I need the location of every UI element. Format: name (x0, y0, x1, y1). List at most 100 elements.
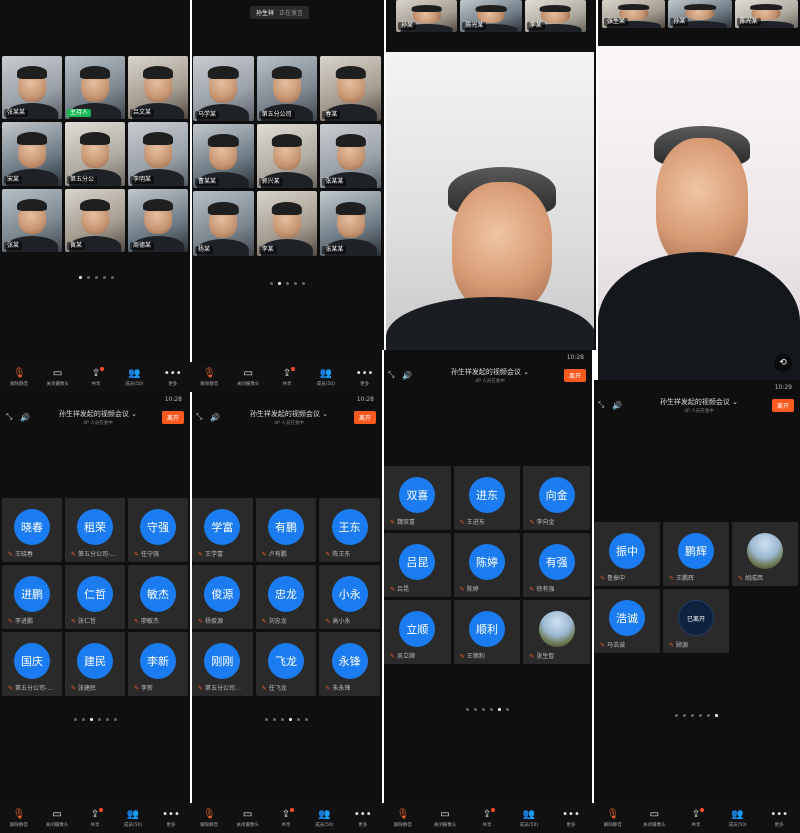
participant-avatar-tile[interactable]: 俊源杨俊源 (192, 565, 253, 629)
participant-avatar-tile[interactable]: 进东王进东 (453, 466, 521, 530)
members-button[interactable]: 👥 成员(50) (307, 809, 341, 828)
participant-video-tile[interactable]: 孙某 (396, 0, 458, 32)
leave-button[interactable]: 离开 (771, 398, 794, 412)
page-indicator[interactable] (0, 276, 192, 279)
share-button[interactable]: ⇪ 共享 (270, 366, 304, 387)
page-indicator[interactable] (190, 282, 384, 285)
participant-video-tile[interactable]: 主持人 (65, 56, 125, 120)
more-button[interactable]: ••• 更多 (154, 809, 188, 828)
participant-video-tile[interactable]: 马学某 (193, 56, 254, 121)
collapse-icon[interactable]: ⤡ (6, 412, 20, 422)
participant-avatar-tile[interactable]: 振中鲁振中 (594, 522, 660, 586)
page-indicator[interactable] (0, 718, 190, 721)
participant-avatar-tile[interactable]: 陈婷陈婷 (453, 533, 521, 597)
page-indicator[interactable] (190, 718, 382, 721)
speaker-icon[interactable]: 🔊 (20, 413, 34, 422)
meeting-title-block[interactable]: 孙生祥发起的视频会议 ⌄ 4P 人员在会中 (416, 367, 564, 384)
camera-button[interactable]: ▭ 关闭摄像头 (231, 809, 265, 828)
meeting-title-block[interactable]: 孙生祥发起的视频会议 ⌄ 4P 人员在会中 (34, 409, 162, 426)
collapse-icon[interactable]: ⤡ (196, 412, 210, 422)
more-button[interactable]: ••• 更多 (156, 368, 190, 387)
camera-button[interactable]: ▭ 关闭摄像头 (40, 809, 74, 828)
participant-avatar-tile[interactable]: 刚刚第五分公司… (192, 632, 253, 696)
participant-video-tile[interactable]: 第五分公 (65, 122, 125, 186)
members-button[interactable]: 👥 成员(50) (117, 368, 151, 387)
speaker-icon[interactable]: 🔊 (402, 371, 416, 380)
meeting-title-block[interactable]: 孙生祥发起的视频会议 ⌄ 4P 人员在会中 (626, 397, 772, 414)
leave-button[interactable]: 离开 (353, 410, 376, 424)
participant-video-tile[interactable]: 张生某 (602, 0, 666, 28)
meeting-title-block[interactable]: 孙生祥发起的视频会议 ⌄ 4P 人员在会中 (224, 409, 354, 426)
participant-video-tile[interactable]: 黄某 (65, 188, 125, 252)
participant-avatar-tile[interactable]: 有强徐有强 (523, 533, 590, 597)
mic-off-button[interactable]: 🎙 解除静音 (192, 809, 226, 828)
participant-video-tile[interactable]: 周德某 (128, 188, 188, 252)
mic-off-button[interactable]: 🎙 解除静音 (596, 809, 630, 828)
participant-video-tile[interactable]: 郭兴某 (256, 123, 318, 189)
page-indicator[interactable] (592, 714, 800, 717)
camera-button[interactable]: ▭ 关闭摄像头 (428, 809, 462, 828)
participant-avatar-tile[interactable]: 有鹏卢有鹏 (255, 498, 317, 562)
participant-avatar-tile[interactable]: 王东陈王东 (319, 498, 380, 562)
members-button[interactable]: 👥 成员(50) (116, 809, 150, 828)
speaker-icon[interactable]: 🔊 (210, 413, 224, 422)
more-button[interactable]: ••• 更多 (554, 809, 588, 828)
mic-off-button[interactable]: 🎙 解除静音 (192, 368, 226, 387)
participant-avatar-tile[interactable]: 鹏辉王鹏辉 (663, 522, 729, 586)
collapse-icon[interactable]: ⤡ (388, 370, 402, 380)
participant-avatar-tile[interactable]: 守强任守强 (128, 498, 188, 562)
participant-video-tile[interactable]: 孙某 (668, 0, 732, 28)
participant-video-tile[interactable]: 陈光某 (460, 0, 522, 32)
more-button[interactable]: ••• 更多 (762, 809, 796, 828)
participant-video-tile[interactable]: 李某 (524, 0, 586, 32)
participant-video-tile[interactable]: 张某 (2, 188, 62, 252)
share-button[interactable]: ⇪ 共享 (78, 807, 112, 828)
participant-video-tile[interactable]: 曹某某 (193, 123, 254, 189)
participant-avatar-tile[interactable]: 顺利王顺利 (453, 600, 521, 664)
participant-video-tile[interactable]: 春某 (320, 56, 381, 121)
participant-video-tile[interactable]: 宋某 (2, 122, 62, 186)
participant-avatar-tile[interactable]: 向金李向金 (523, 466, 590, 530)
participant-avatar-tile[interactable]: 小永高小永 (319, 565, 380, 629)
participant-video-tile[interactable]: 张某某 (2, 56, 62, 120)
speaker-icon[interactable]: 🔊 (612, 401, 626, 410)
participant-avatar-tile[interactable]: 李新李新 (128, 632, 188, 696)
participant-avatar-tile[interactable]: 张生智 (523, 600, 590, 664)
leave-button[interactable]: 离开 (161, 410, 184, 424)
mic-off-button[interactable]: 🎙 解除静音 (386, 809, 420, 828)
mic-off-button[interactable]: 🎙 解除静音 (2, 368, 36, 387)
leave-button[interactable]: 离开 (563, 368, 586, 382)
participant-video-tile[interactable]: 张某某 (320, 123, 381, 189)
members-button[interactable]: 👥 成员(50) (309, 368, 343, 387)
share-button[interactable]: ⇪ 共享 (79, 366, 113, 387)
more-button[interactable]: ••• 更多 (346, 809, 380, 828)
participant-avatar-tile[interactable]: 永锋朱永锋 (319, 632, 380, 696)
share-button[interactable]: ⇪ 共享 (470, 807, 504, 828)
share-button[interactable]: ⇪ 共享 (269, 807, 303, 828)
participant-avatar-tile[interactable]: 吕昆吕昆 (384, 533, 451, 597)
members-button[interactable]: 👥 成员(50) (512, 809, 546, 828)
participant-video-tile[interactable]: 杨某 (193, 191, 254, 256)
collapse-icon[interactable]: ⤡ (598, 400, 612, 410)
participant-video-tile[interactable]: 李某 (256, 191, 318, 256)
participant-video-tile[interactable]: 陈光某 (734, 0, 798, 28)
participant-avatar-tile[interactable]: 国庆第五分公司-… (2, 632, 62, 696)
participant-avatar-tile[interactable]: 双喜魏双喜 (384, 466, 451, 530)
participant-avatar-tile[interactable]: 已离开顾源 (663, 589, 729, 653)
participant-avatar-tile[interactable]: 敏杰廖敏杰 (128, 565, 188, 629)
participant-avatar-tile[interactable]: 立顺吴立顺 (384, 600, 451, 664)
camera-button[interactable]: ▭ 关闭摄像头 (231, 368, 265, 387)
participant-video-tile[interactable]: 张某某 (320, 191, 381, 256)
participant-avatar-tile[interactable]: 晓春王晓春 (2, 498, 62, 562)
participant-avatar-tile[interactable]: 忠龙刘忠龙 (255, 565, 317, 629)
camera-button[interactable]: ▭ 关闭摄像头 (637, 809, 671, 828)
participant-avatar-tile[interactable]: 建民张建民 (65, 632, 125, 696)
switch-camera-icon[interactable]: ⟲ (774, 354, 792, 372)
participant-video-tile[interactable]: 李明某 (128, 122, 188, 186)
participant-avatar-tile[interactable]: 学富王学富 (192, 498, 253, 562)
share-button[interactable]: ⇪ 共享 (679, 807, 713, 828)
participant-avatar-tile[interactable]: 进鹏李进鹏 (2, 565, 62, 629)
more-button[interactable]: ••• 更多 (348, 368, 382, 387)
participant-avatar-tile[interactable]: 浩诚马浩诚 (594, 589, 660, 653)
page-indicator[interactable] (382, 708, 592, 711)
